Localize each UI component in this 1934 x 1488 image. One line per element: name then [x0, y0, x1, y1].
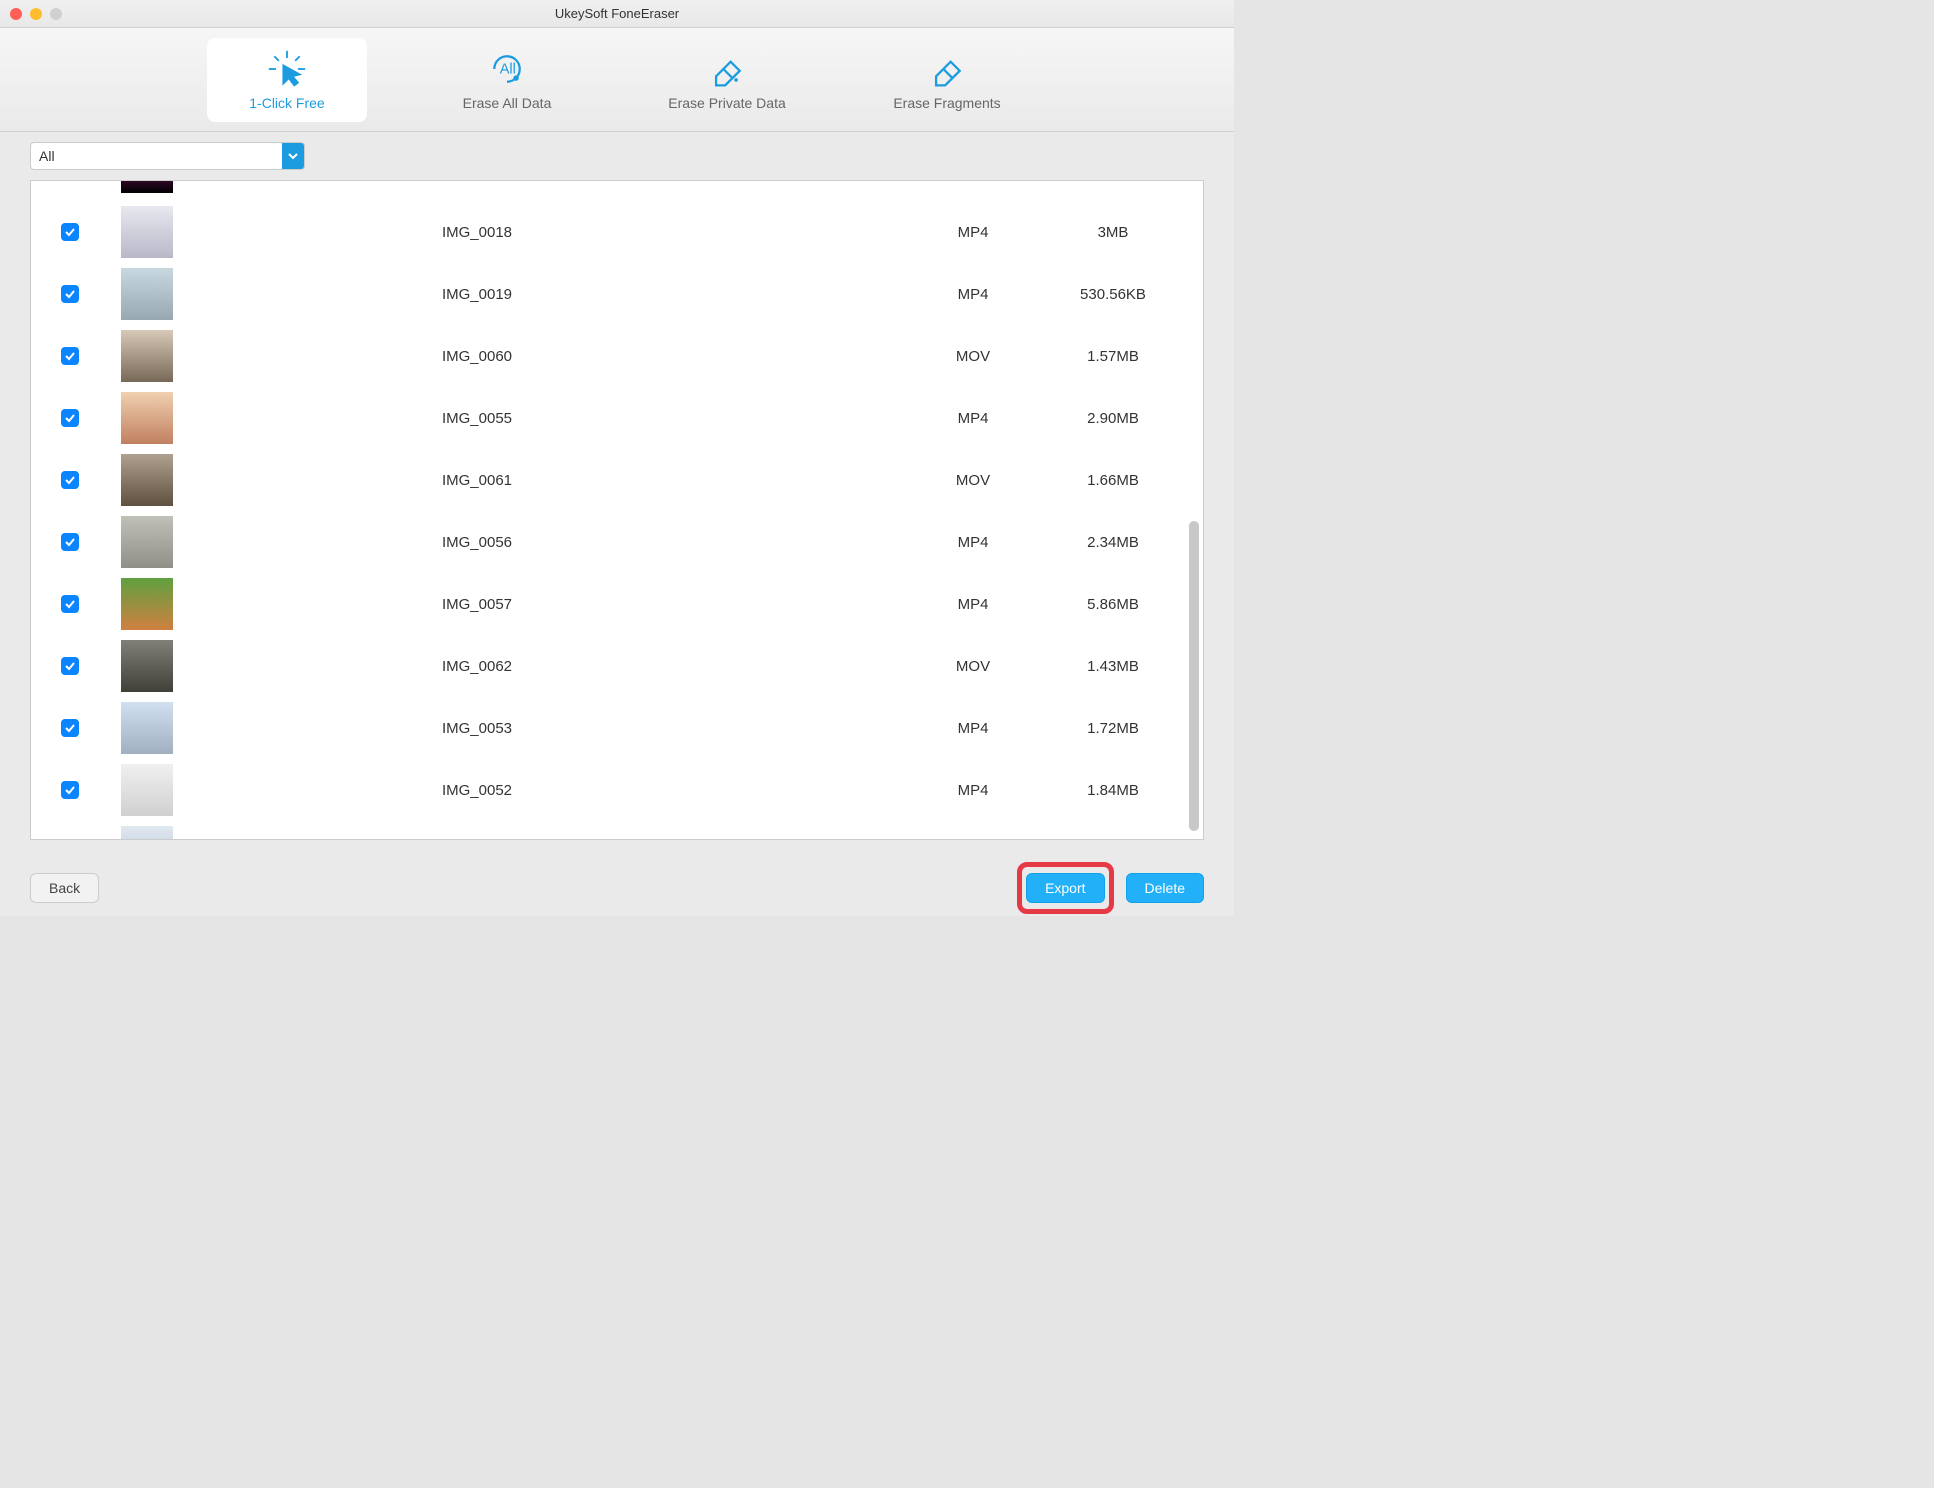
scrollbar[interactable] — [1189, 521, 1199, 831]
table-row[interactable]: IMG_0057 MP4 5.86MB — [31, 573, 1203, 635]
file-size: 1.72MB — [1043, 720, 1183, 737]
file-size: 1.66MB — [1043, 472, 1183, 489]
table-row[interactable]: IMG_0061 MOV 1.66MB — [31, 449, 1203, 511]
row-checkbox[interactable] — [61, 533, 79, 551]
file-name: IMG_0061 — [201, 472, 903, 489]
file-name: IMG_0062 — [201, 658, 903, 675]
file-type: MP4 — [903, 224, 1043, 241]
footer: Back Export Delete — [0, 860, 1234, 916]
file-type: MP4 — [903, 286, 1043, 303]
file-size: 5.86MB — [1043, 596, 1183, 613]
file-size: 1.84MB — [1043, 782, 1183, 799]
chevron-down-icon — [282, 143, 304, 169]
row-checkbox[interactable] — [61, 347, 79, 365]
delete-button[interactable]: Delete — [1126, 873, 1204, 903]
thumbnail — [121, 578, 173, 630]
minimize-window-button[interactable] — [30, 8, 42, 20]
thumbnail — [121, 392, 173, 444]
thumbnail — [121, 640, 173, 692]
table-row[interactable]: IMG_0018 MP4 3MB — [31, 201, 1203, 263]
file-name: IMG_0056 — [201, 534, 903, 551]
file-size: 530.56KB — [1043, 286, 1183, 303]
thumbnail — [121, 826, 173, 840]
tab-label: Erase All Data — [463, 95, 552, 111]
thumbnail — [121, 181, 173, 193]
file-name: IMG_0052 — [201, 782, 903, 799]
thumbnail — [121, 764, 173, 816]
file-size: 1.43MB — [1043, 658, 1183, 675]
file-type: MP4 — [903, 782, 1043, 799]
table-row[interactable]: IMG_0019 MP4 530.56KB — [31, 263, 1203, 325]
tab-erase-all-data[interactable]: All Erase All Data — [427, 38, 587, 122]
table-row[interactable]: IMG_0052 MP4 1.84MB — [31, 759, 1203, 821]
filter-selected-value: All — [31, 148, 282, 164]
file-size: 3MB — [1043, 224, 1183, 241]
filter-dropdown[interactable]: All — [30, 142, 305, 170]
row-checkbox[interactable] — [61, 409, 79, 427]
svg-text:All: All — [500, 61, 516, 77]
row-checkbox[interactable] — [61, 781, 79, 799]
tab-erase-fragments[interactable]: Erase Fragments — [867, 38, 1027, 122]
tab-erase-private-data[interactable]: Erase Private Data — [647, 38, 807, 122]
row-checkbox[interactable] — [61, 657, 79, 675]
file-type: MOV — [903, 348, 1043, 365]
table-row[interactable]: IMG_0062 MOV 1.43MB — [31, 635, 1203, 697]
file-size: 2.34MB — [1043, 534, 1183, 551]
file-table: IMG_0018 MP4 3MB IMG_0019 MP4 530.56KB I… — [30, 180, 1204, 840]
file-name: IMG_0019 — [201, 286, 903, 303]
file-type: MOV — [903, 658, 1043, 675]
file-type: MP4 — [903, 410, 1043, 427]
thumbnail — [121, 454, 173, 506]
maximize-window-button — [50, 8, 62, 20]
file-name: IMG_0060 — [201, 348, 903, 365]
table-row[interactable]: IMG_0056 MP4 2.34MB — [31, 511, 1203, 573]
tab-1click-free[interactable]: 1-Click Free — [207, 38, 367, 122]
tab-label: Erase Private Data — [668, 95, 786, 111]
file-size: 2.90MB — [1043, 410, 1183, 427]
row-checkbox[interactable] — [61, 595, 79, 613]
file-name: IMG_0055 — [201, 410, 903, 427]
file-type: MOV — [903, 472, 1043, 489]
back-button[interactable]: Back — [30, 873, 99, 903]
close-window-button[interactable] — [10, 8, 22, 20]
table-row[interactable]: IMG_0060 MOV 1.57MB — [31, 325, 1203, 387]
click-icon — [267, 49, 307, 89]
thumbnail — [121, 206, 173, 258]
tab-label: Erase Fragments — [893, 95, 1000, 111]
thumbnail — [121, 516, 173, 568]
export-button[interactable]: Export — [1026, 873, 1104, 903]
export-highlight: Export — [1017, 862, 1113, 914]
file-type: MP4 — [903, 720, 1043, 737]
content-area: IMG_0018 MP4 3MB IMG_0019 MP4 530.56KB I… — [0, 180, 1234, 860]
thumbnail — [121, 330, 173, 382]
table-row[interactable]: IMG_0055 MP4 2.90MB — [31, 387, 1203, 449]
tab-label: 1-Click Free — [249, 95, 324, 111]
row-checkbox[interactable] — [61, 719, 79, 737]
table-row[interactable] — [31, 181, 1203, 201]
window-title: UkeySoft FoneEraser — [555, 6, 679, 21]
file-name: IMG_0057 — [201, 596, 903, 613]
file-type: MP4 — [903, 596, 1043, 613]
table-row[interactable]: IMG_0051 MP4 1MB — [31, 821, 1203, 840]
row-checkbox[interactable] — [61, 223, 79, 241]
row-checkbox[interactable] — [61, 285, 79, 303]
eraser-private-icon — [707, 49, 747, 89]
table-row[interactable]: IMG_0053 MP4 1.72MB — [31, 697, 1203, 759]
window-controls — [10, 8, 62, 20]
file-size: 1.57MB — [1043, 348, 1183, 365]
filter-bar: All — [0, 132, 1234, 180]
thumbnail — [121, 702, 173, 754]
thumbnail — [121, 268, 173, 320]
titlebar: UkeySoft FoneEraser — [0, 0, 1234, 28]
row-checkbox[interactable] — [61, 471, 79, 489]
file-name: IMG_0053 — [201, 720, 903, 737]
tab-header: 1-Click Free All Erase All Data Erase Pr… — [0, 28, 1234, 132]
file-type: MP4 — [903, 534, 1043, 551]
erase-all-icon: All — [487, 49, 527, 89]
file-name: IMG_0018 — [201, 224, 903, 241]
eraser-fragments-icon — [927, 49, 967, 89]
